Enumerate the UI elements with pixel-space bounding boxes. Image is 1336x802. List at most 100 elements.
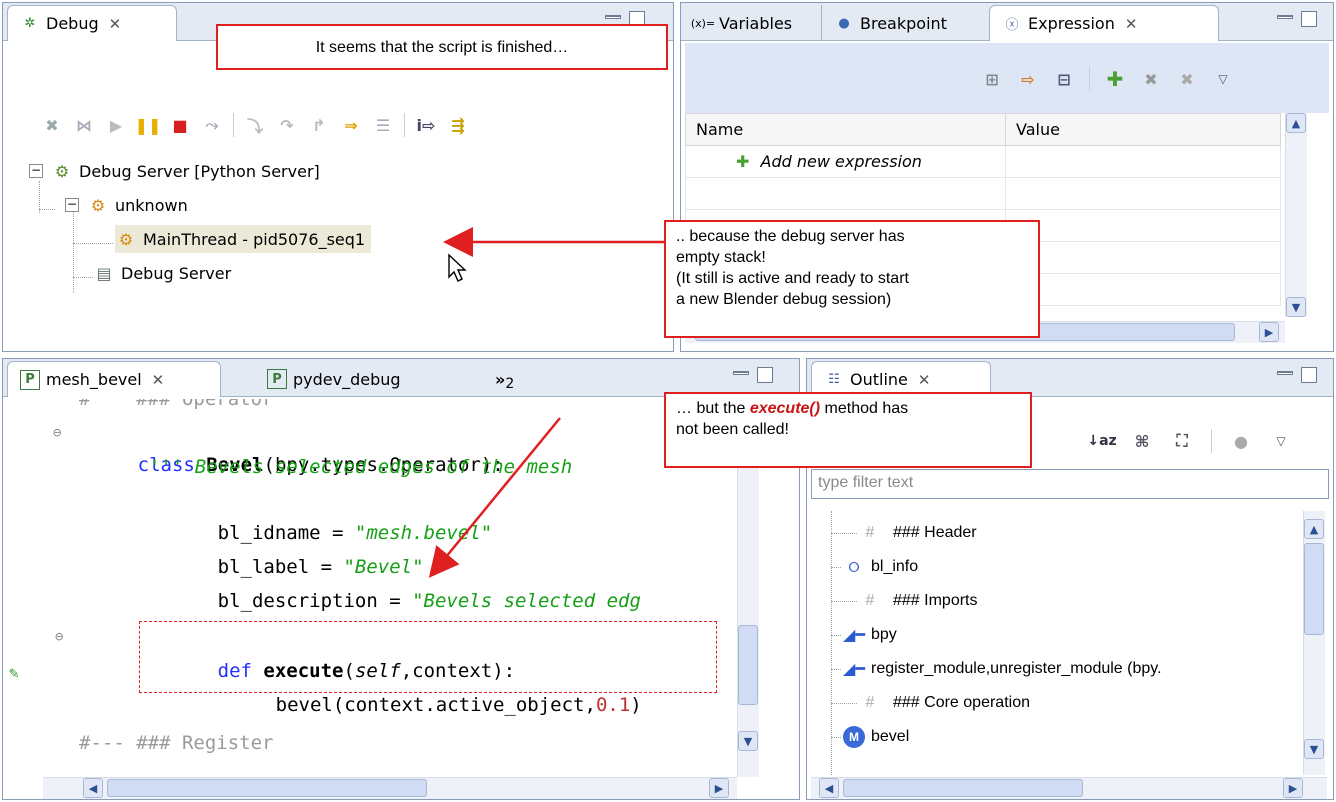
view-menu-icon[interactable]: ▽ [1212, 69, 1234, 89]
collapse-all-icon[interactable]: ⌘ [1131, 431, 1153, 451]
list-item[interactable]: # ### Imports [831, 585, 977, 617]
collapse-all-icon[interactable]: ⊞ [981, 69, 1003, 89]
code-line: bl_label = "Bevel" [217, 556, 424, 578]
list-item[interactable]: ◢━ bpy [831, 619, 897, 651]
scroll-left-icon[interactable]: ◀ [83, 778, 103, 798]
column-value-header[interactable]: Value [1005, 113, 1281, 146]
close-icon[interactable]: ✕ [918, 371, 931, 389]
tab-pydev-debug[interactable]: P pydev_debug [255, 361, 413, 397]
list-item[interactable]: ◢━ register_module,unregister_module (bp… [831, 653, 1162, 685]
remove-expression-icon[interactable]: ✖ [1140, 69, 1162, 89]
minimize-icon[interactable] [733, 371, 749, 375]
scroll-down-icon[interactable]: ▼ [1286, 297, 1306, 317]
step-into-icon[interactable]: ⤵ [244, 115, 266, 136]
minimize-icon[interactable] [1277, 15, 1293, 19]
horizontal-scrollbar[interactable]: ◀ ▶ [43, 777, 737, 799]
collapse-icon[interactable]: − [65, 198, 79, 212]
list-item[interactable]: M bevel [831, 721, 909, 753]
attribute-icon: ⭘ [848, 558, 860, 575]
window-controls [1277, 367, 1317, 383]
close-icon[interactable]: ✕ [1125, 15, 1138, 33]
scroll-thumb[interactable] [107, 779, 427, 797]
resume-icon[interactable]: ▶ [105, 115, 127, 135]
process-icon: ⚙ [90, 195, 106, 215]
drop-to-frame-icon[interactable]: ⤳ [201, 115, 223, 135]
toolbar-separator [1211, 429, 1212, 453]
scroll-thumb[interactable] [1304, 543, 1324, 635]
minimize-icon[interactable] [605, 15, 621, 19]
maximize-icon[interactable] [1301, 11, 1317, 27]
code-area[interactable]: # ### Operator ⊖ class Bevel(bpy.types.O… [3, 399, 739, 777]
tree-node-debug-server-python[interactable]: − ⚙ Debug Server [Python Server] [29, 157, 320, 185]
step-filters-icon[interactable]: ☰ [372, 115, 394, 135]
scroll-up-icon[interactable]: ▲ [1286, 113, 1306, 133]
breakpoint-marker-icon[interactable]: ✎ [9, 663, 19, 682]
maximize-icon[interactable] [1301, 367, 1317, 383]
minimize-icon[interactable] [1277, 371, 1293, 375]
view-menu-icon[interactable]: ▽ [1270, 431, 1292, 451]
list-item[interactable]: ⭘ bl_info [831, 551, 918, 583]
expand-all-icon[interactable]: ⛶ [1171, 431, 1193, 451]
close-icon[interactable]: ✕ [152, 371, 165, 389]
outline-tree: # ### Header ⭘ bl_info # ### Imports ◢━ … [807, 511, 1303, 775]
expressions-tabbar: (x)= Variables ● Breakpoint ⓧ Expression… [681, 3, 1333, 41]
list-item[interactable]: # ### Core operation [831, 687, 1030, 719]
show-type-icon[interactable]: ⇨ [1017, 69, 1039, 89]
scroll-left-icon[interactable]: ◀ [819, 778, 839, 798]
server-icon: ▤ [96, 263, 112, 283]
outline-filter-input[interactable]: type filter text [811, 469, 1329, 499]
sort-alpha-icon[interactable]: ↓az [1087, 431, 1116, 451]
scroll-thumb[interactable] [843, 779, 1083, 797]
tree-node-debug-server[interactable]: ▤ Debug Server [93, 259, 231, 287]
list-item[interactable]: # ### Header [831, 517, 977, 549]
column-name-header[interactable]: Name [685, 113, 1006, 146]
tab-label: pydev_debug [293, 369, 401, 389]
tab-overflow[interactable]: » 2 [483, 361, 526, 397]
disconnect-icon[interactable]: ⋈ [73, 115, 95, 135]
tab-debug-label: Debug [46, 14, 99, 33]
hide-items-icon[interactable]: ● [1230, 431, 1252, 451]
code-line: bl_idname = "mesh.bevel" [217, 522, 493, 544]
tab-variables[interactable]: (x)= Variables [681, 5, 804, 41]
tree-node-unknown[interactable]: − ⚙ unknown [65, 191, 188, 219]
scroll-down-icon[interactable]: ▼ [1304, 739, 1324, 759]
tree-node-label: Debug Server [121, 263, 232, 283]
use-step-filters-icon[interactable]: ⇶ [447, 115, 469, 135]
terminate-icon[interactable]: ■ [169, 115, 191, 135]
add-expression-icon[interactable]: ✚ [1104, 67, 1126, 91]
tree-node-main-thread[interactable]: ⚙ MainThread - pid5076_seq1 [115, 225, 372, 253]
scroll-up-icon[interactable]: ▲ [1304, 519, 1324, 539]
debug-server-icon: ⚙ [54, 161, 70, 181]
remove-all-terminated-icon[interactable]: ✖ [41, 115, 63, 135]
collapse-icon[interactable]: − [29, 164, 43, 178]
toolbar-separator [233, 113, 234, 137]
table-row[interactable]: ✚ Add new expression [685, 145, 1281, 178]
tab-label: Outline [850, 370, 908, 389]
python-file-icon: P [267, 369, 287, 389]
tab-expressions[interactable]: ⓧ Expression ✕ [989, 5, 1219, 41]
scroll-right-icon[interactable]: ▶ [1259, 322, 1279, 342]
tab-debug[interactable]: ✲ Debug ✕ [7, 5, 177, 41]
scroll-thumb[interactable] [738, 625, 758, 705]
close-icon[interactable]: ✕ [109, 15, 122, 33]
scroll-right-icon[interactable]: ▶ [1283, 778, 1303, 798]
step-over-icon[interactable]: ↷ [276, 115, 298, 135]
scroll-right-icon[interactable]: ▶ [709, 778, 729, 798]
tab-mesh-bevel[interactable]: P mesh_bevel ✕ [7, 361, 221, 397]
step-return-icon[interactable]: ↱ [308, 115, 330, 135]
maximize-icon[interactable] [757, 367, 773, 383]
suspend-icon[interactable]: ❚❚ [135, 115, 162, 135]
vertical-scrollbar[interactable]: ▲ ▼ [1285, 113, 1307, 317]
collapse-icon[interactable]: ⊟ [1053, 69, 1075, 89]
remove-all-expressions-icon[interactable]: ✖ [1176, 69, 1198, 89]
scroll-down-icon[interactable]: ▼ [738, 731, 758, 751]
instruction-step-icon[interactable]: i⇨ [415, 115, 437, 135]
horizontal-scrollbar[interactable]: ◀ ▶ [811, 777, 1327, 799]
tab-breakpoints[interactable]: ● Breakpoint [821, 5, 959, 41]
fold-icon[interactable]: ⊖ [53, 425, 61, 441]
chevron-double-right-icon: » [495, 369, 506, 389]
code-line: # ### Operator [79, 399, 274, 410]
fold-icon[interactable]: ⊖ [55, 629, 63, 645]
vertical-scrollbar[interactable]: ▲ ▼ [1303, 511, 1325, 775]
run-to-line-icon[interactable]: ⇒ [340, 115, 362, 135]
